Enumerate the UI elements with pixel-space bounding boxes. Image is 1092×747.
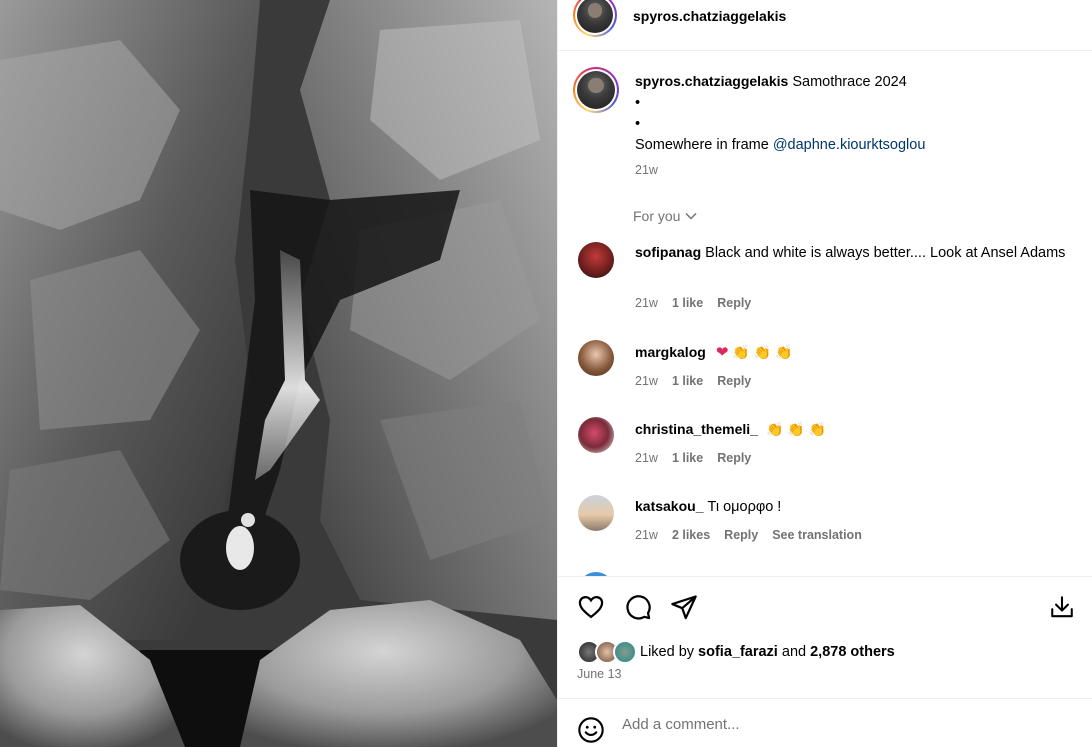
waterfall-photo: [0, 0, 557, 747]
caption-bullet: •: [635, 95, 641, 111]
clap-emoji-icon: 👏: [753, 344, 772, 360]
comment-meta: 21w 1 like Reply: [635, 296, 751, 310]
comment-body: katsakou_ Τι ομορφο !: [635, 496, 1075, 518]
clap-emoji-icon: 👏: [808, 421, 827, 437]
emoji-icon[interactable]: [576, 715, 606, 745]
comment-age: 21w: [635, 374, 658, 388]
download-icon[interactable]: [1047, 592, 1077, 622]
caption-author-avatar[interactable]: [573, 67, 619, 113]
comment-likes[interactable]: 2 likes: [672, 528, 710, 542]
add-comment-bar: [558, 698, 1092, 747]
comment-avatar[interactable]: [578, 495, 614, 531]
comments-scroll-area[interactable]: spyros.chatziaggelakis Samothrace 2024 •…: [558, 52, 1092, 576]
post-header: spyros.chatziaggelakis: [558, 0, 1092, 51]
likes-count-link[interactable]: 2,878 others: [810, 644, 895, 660]
liker-avatar[interactable]: [613, 640, 637, 664]
comment-username[interactable]: margkalog: [635, 344, 706, 360]
comment-meta: 21w 1 like Reply: [635, 451, 751, 465]
comment-avatar[interactable]: [578, 340, 614, 376]
comment-text: Black and white is always better.... Loo…: [705, 245, 1066, 261]
post-date: June 13: [577, 667, 622, 681]
chevron-down-icon: [685, 212, 697, 220]
comment-avatar[interactable]: [578, 242, 614, 278]
liked-by-text: Liked by sofia_farazi and 2,878 others: [640, 644, 895, 660]
comment-text: Τι ομορφο !: [707, 499, 782, 515]
comment-meta: 21w 1 like Reply: [635, 374, 751, 388]
comments-filter-dropdown[interactable]: For you: [633, 208, 698, 224]
comment-icon[interactable]: [623, 592, 653, 622]
caption-title: Samothrace 2024: [792, 74, 907, 90]
comment-username[interactable]: katsakou_: [635, 498, 703, 514]
comment-body: sofipanag Black and white is always bett…: [635, 242, 1075, 264]
comment-username[interactable]: sofipanag: [635, 244, 701, 260]
caption-username[interactable]: spyros.chatziaggelakis: [635, 73, 788, 89]
comment-username[interactable]: christina_themeli_: [635, 421, 758, 437]
see-translation-button[interactable]: See translation: [772, 528, 862, 542]
caption-mention-link[interactable]: @daphne.kiourktsoglou: [773, 137, 926, 153]
comment-age: 21w: [635, 296, 658, 310]
comment-age: 21w: [635, 451, 658, 465]
heart-icon[interactable]: [576, 592, 606, 622]
comments-filter-label: For you: [633, 208, 681, 224]
comment-meta: 21w 2 likes Reply See translation: [635, 528, 862, 542]
caption-bullet: •: [635, 116, 641, 132]
clap-emoji-icon: 👏: [775, 344, 793, 360]
comment-reply-button[interactable]: Reply: [717, 374, 751, 388]
comment-likes[interactable]: 1 like: [672, 374, 703, 388]
caption: spyros.chatziaggelakis Samothrace 2024 •…: [635, 71, 1075, 156]
comment-age: 21w: [635, 528, 658, 542]
comment-likes[interactable]: 1 like: [672, 296, 703, 310]
author-avatar[interactable]: [573, 0, 617, 37]
comment-reply-button[interactable]: Reply: [717, 296, 751, 310]
clap-emoji-icon: 👏: [732, 344, 750, 360]
share-icon[interactable]: [669, 592, 699, 622]
comment-body: margkalog ❤ 👏 👏 👏: [635, 342, 1075, 364]
post-side-panel: spyros.chatziaggelakis spyros.chatziagge…: [557, 0, 1092, 747]
comment-avatar[interactable]: [578, 417, 614, 453]
liked-by-and: and: [781, 644, 807, 660]
comment-reply-button[interactable]: Reply: [717, 451, 751, 465]
comment-body: christina_themeli_ 👏 👏 👏: [635, 419, 1075, 441]
clap-emoji-icon: 👏: [765, 421, 784, 437]
post-actions: Liked by sofia_farazi and 2,878 others J…: [558, 576, 1092, 698]
liked-by-user[interactable]: sofia_farazi: [698, 644, 778, 660]
comment-reply-button[interactable]: Reply: [724, 528, 758, 542]
caption-line: Somewhere in frame: [635, 137, 769, 153]
heart-emoji-icon: ❤: [715, 344, 729, 361]
post-photo[interactable]: [0, 0, 557, 747]
add-comment-input[interactable]: [622, 716, 1062, 733]
caption-age: 21w: [635, 163, 658, 177]
clap-emoji-icon: 👏: [787, 421, 805, 437]
liked-by-prefix: Liked by: [640, 644, 695, 660]
comment-likes[interactable]: 1 like: [672, 451, 703, 465]
author-username[interactable]: spyros.chatziaggelakis: [633, 8, 786, 24]
